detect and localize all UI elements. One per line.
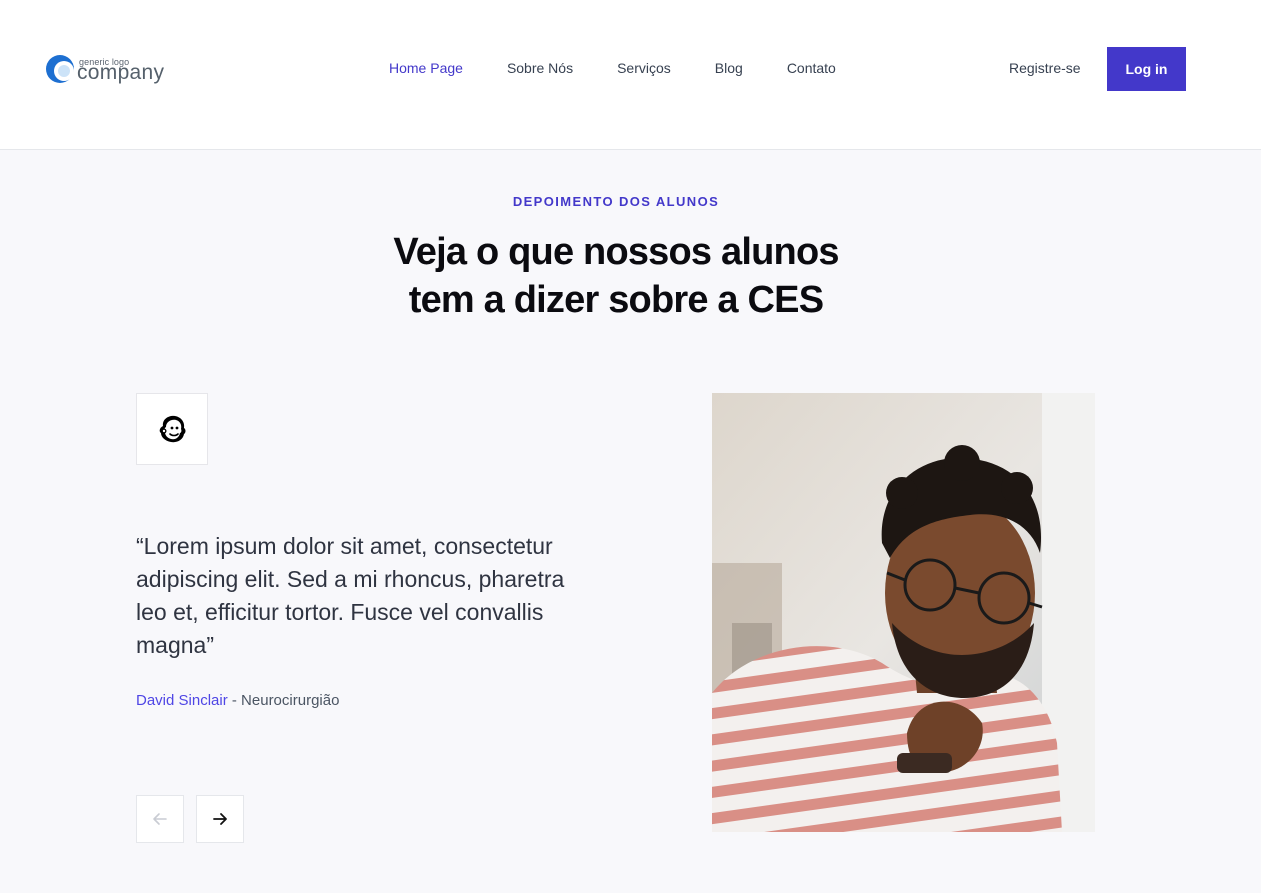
nav-blog[interactable]: Blog bbox=[715, 60, 743, 76]
testimonial-quote: “Lorem ipsum dolor sit amet, consectetur… bbox=[136, 533, 565, 658]
section-eyebrow: DEPOIMENTO DOS ALUNOS bbox=[512, 194, 720, 209]
student-portrait bbox=[712, 393, 1095, 832]
company-logo[interactable]: generic logo company bbox=[45, 52, 175, 88]
mailchimp-icon bbox=[159, 415, 186, 443]
author-name: David Sinclair bbox=[136, 692, 228, 709]
author-separator: - bbox=[227, 692, 242, 709]
arrow-left-icon bbox=[153, 813, 167, 825]
nav-servicos[interactable]: Serviços bbox=[617, 60, 671, 76]
author-role: Neurocirurgião bbox=[241, 692, 340, 709]
nav-sobre[interactable]: Sobre Nós bbox=[507, 60, 573, 76]
next-testimonial-button[interactable] bbox=[196, 795, 244, 843]
arrow-right-icon bbox=[213, 813, 227, 825]
testimonials-section: DEPOIMENTO DOS ALUNOS Veja o que nossos … bbox=[0, 150, 1261, 893]
section-heading: Veja o que nossos alunos tem a dizer sob… bbox=[366, 228, 866, 324]
logo-swirl-icon bbox=[46, 55, 74, 83]
brand-logo-card bbox=[136, 393, 208, 465]
site-header: generic logo company Home Page Sobre Nós… bbox=[0, 0, 1261, 150]
portrait-image bbox=[712, 393, 1095, 832]
register-link[interactable]: Registre-se bbox=[1009, 60, 1081, 76]
logo-wordmark: company bbox=[77, 61, 165, 84]
nav-contato[interactable]: Contato bbox=[787, 60, 836, 76]
heading-line-2: tem a dizer sobre a CES bbox=[408, 279, 824, 321]
prev-testimonial-button[interactable] bbox=[136, 795, 184, 843]
nav-home[interactable]: Home Page bbox=[389, 60, 463, 76]
testimonial-author: David Sinclair - Neurocirurgião bbox=[136, 692, 339, 709]
login-button[interactable]: Log in bbox=[1107, 47, 1186, 91]
main-nav: Home Page Sobre Nós Serviços Blog Contat… bbox=[389, 60, 880, 76]
heading-line-1: Veja o que nossos alunos bbox=[393, 231, 839, 273]
